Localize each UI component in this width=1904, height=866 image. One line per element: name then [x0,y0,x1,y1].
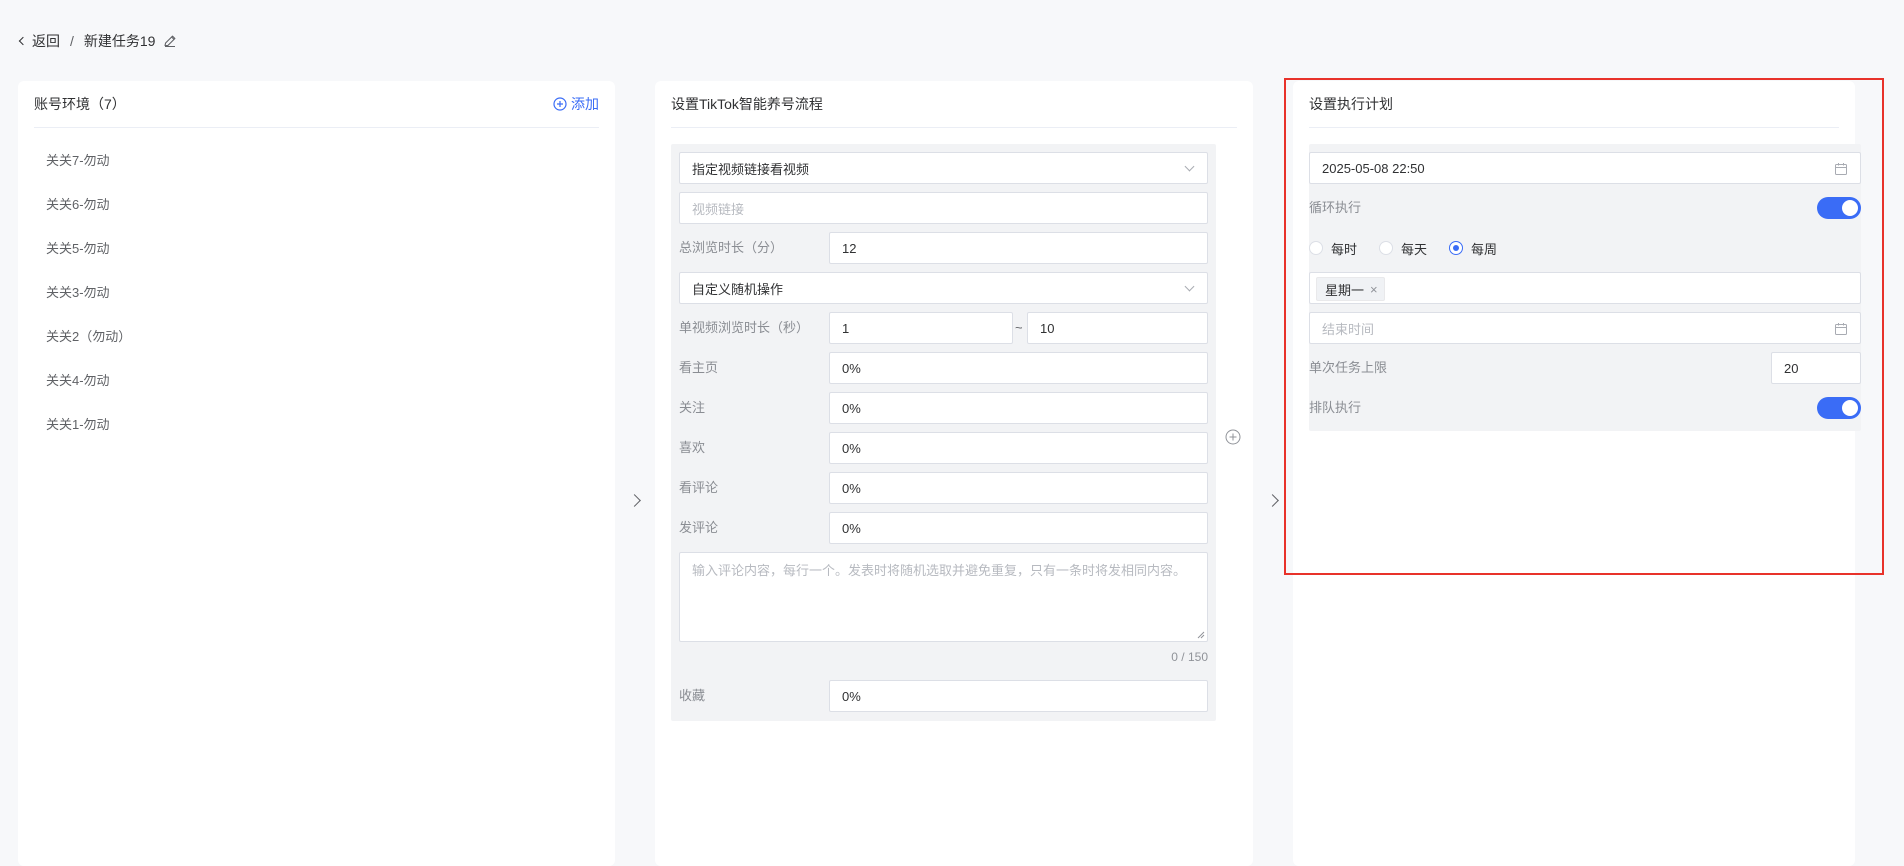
add-step-icon[interactable] [1225,429,1241,445]
chevron-right-icon [630,492,640,508]
start-time-picker[interactable]: 2025-05-08 22:50 [1309,152,1861,184]
radio-dot-selected [1449,241,1464,255]
action-select[interactable]: 指定视频链接看视频 [679,152,1208,184]
back-link[interactable]: 返回 [18,31,60,51]
accounts-panel: 账号环境（7） 添加 关关7-勿动 关关6-勿动 关关5-勿动 关关3-勿动 关… [18,81,615,866]
start-time-value: 2025-05-08 22:50 [1322,160,1425,176]
weekday-select[interactable]: 星期一 × [1309,272,1861,304]
plan-title: 设置执行计划 [1309,96,1393,112]
plan-panel: 设置执行计划 2025-05-08 22:50 循环执行 每时 每天 每周 星期… [1293,81,1861,866]
comment-counter: 0 / 150 [1171,650,1208,664]
radio-weekly-label: 每周 [1471,241,1498,257]
flow-header: 设置TikTok智能养号流程 [671,81,1237,128]
page-title: 新建任务19 [83,33,156,49]
resize-grip-icon[interactable] [1197,631,1205,639]
post-comment-value: 0% [842,520,861,536]
chevron-down-icon [1184,161,1195,172]
like-input[interactable]: 0% [829,432,1208,464]
favorite-label: 收藏 [679,688,706,703]
radio-weekly[interactable]: 每周 [1449,239,1497,258]
chevron-down-icon [1184,281,1195,292]
add-account-button[interactable]: 添加 [553,94,599,114]
radio-hourly[interactable]: 每时 [1309,239,1357,258]
follow-value: 0% [842,400,861,416]
chevron-right-icon [1268,492,1278,508]
add-account-label: 添加 [571,96,599,112]
close-icon[interactable]: × [1370,282,1378,297]
single-duration-label: 单视频浏览时长（秒） [679,320,810,335]
single-duration-min-value: 1 [842,320,850,336]
list-item[interactable]: 关关1-勿动 [46,415,131,459]
end-time-picker[interactable]: 结束时间 [1309,312,1861,344]
list-item[interactable]: 关关5-勿动 [46,239,131,283]
view-comment-input[interactable]: 0% [829,472,1208,504]
queue-label: 排队执行 [1309,400,1362,415]
weekday-tag: 星期一 × [1316,277,1385,301]
video-link-input[interactable]: 视频链接 [679,192,1208,224]
flow-step-card: 指定视频链接看视频 视频链接 总浏览时长（分） 12 自定义随机操作 单视频浏览… [671,144,1216,721]
like-value: 0% [842,440,861,456]
single-duration-max-value: 10 [1040,320,1055,336]
flow-title: 设置TikTok智能养号流程 [671,96,823,112]
total-duration-input[interactable]: 12 [829,232,1208,264]
back-label: 返回 [32,33,60,49]
weekday-tag-label: 星期一 [1325,282,1365,298]
breadcrumb-separator: / [70,33,74,49]
list-item[interactable]: 关关6-勿动 [46,195,131,239]
radio-dot [1379,241,1394,255]
task-limit-input[interactable]: 20 [1771,352,1861,384]
comment-placeholder: 输入评论内容，每行一个。发表时将随机选取并避免重复，只有一条时将发相同内容。 [692,563,1187,578]
list-item[interactable]: 关关2（勿动） [46,327,131,371]
calendar-icon [1835,323,1847,335]
post-comment-input[interactable]: 0% [829,512,1208,544]
homepage-value: 0% [842,360,861,376]
post-comment-label: 发评论 [679,520,719,535]
loop-label: 循环执行 [1309,200,1362,215]
follow-input[interactable]: 0% [829,392,1208,424]
single-duration-min-input[interactable]: 1 [829,312,1013,344]
random-operation-value: 自定义随机操作 [692,281,784,297]
plus-circle-icon [553,97,567,111]
task-limit-label: 单次任务上限 [1309,360,1388,375]
view-comment-value: 0% [842,480,861,496]
plan-settings-card: 2025-05-08 22:50 循环执行 每时 每天 每周 星期一 × 结束时… [1309,144,1861,431]
flow-panel: 设置TikTok智能养号流程 指定视频链接看视频 视频链接 总浏览时长（分） 1… [655,81,1253,866]
radio-daily[interactable]: 每天 [1379,239,1427,258]
homepage-input[interactable]: 0% [829,352,1208,384]
list-item[interactable]: 关关3-勿动 [46,283,131,327]
single-duration-max-input[interactable]: 10 [1027,312,1208,344]
random-operation-select[interactable]: 自定义随机操作 [679,272,1208,304]
accounts-header: 账号环境（7） 添加 [34,81,599,128]
queue-toggle[interactable] [1817,397,1861,419]
action-select-value: 指定视频链接看视频 [692,161,810,177]
follow-label: 关注 [679,400,706,415]
loop-toggle[interactable] [1817,197,1861,219]
chevron-left-icon [18,36,28,46]
view-comment-label: 看评论 [679,480,719,495]
edit-icon[interactable] [163,34,177,48]
radio-daily-label: 每天 [1401,241,1428,257]
total-duration-value: 12 [842,240,857,256]
breadcrumb: 返回 / 新建任务19 [18,30,177,52]
homepage-label: 看主页 [679,360,719,375]
favorite-input[interactable]: 0% [829,680,1208,712]
task-limit-value: 20 [1784,360,1799,376]
accounts-title: 账号环境（7） [34,96,126,112]
like-label: 喜欢 [679,440,706,455]
radio-hourly-label: 每时 [1331,241,1358,257]
favorite-value: 0% [842,688,861,704]
calendar-icon [1835,163,1847,175]
list-item[interactable]: 关关4-勿动 [46,371,131,415]
plan-header: 设置执行计划 [1309,81,1839,128]
radio-dot [1309,241,1323,255]
video-link-placeholder: 视频链接 [692,201,745,217]
list-item[interactable]: 关关7-勿动 [46,151,131,195]
end-time-placeholder: 结束时间 [1322,321,1375,337]
range-separator: ~ [1015,320,1023,335]
account-list: 关关7-勿动 关关6-勿动 关关5-勿动 关关3-勿动 关关2（勿动） 关关4-… [46,151,131,459]
comment-textarea[interactable]: 输入评论内容，每行一个。发表时将随机选取并避免重复，只有一条时将发相同内容。 [679,552,1208,642]
total-duration-label: 总浏览时长（分） [679,240,784,255]
frequency-radio-group: 每时 每天 每周 [1309,232,1519,264]
